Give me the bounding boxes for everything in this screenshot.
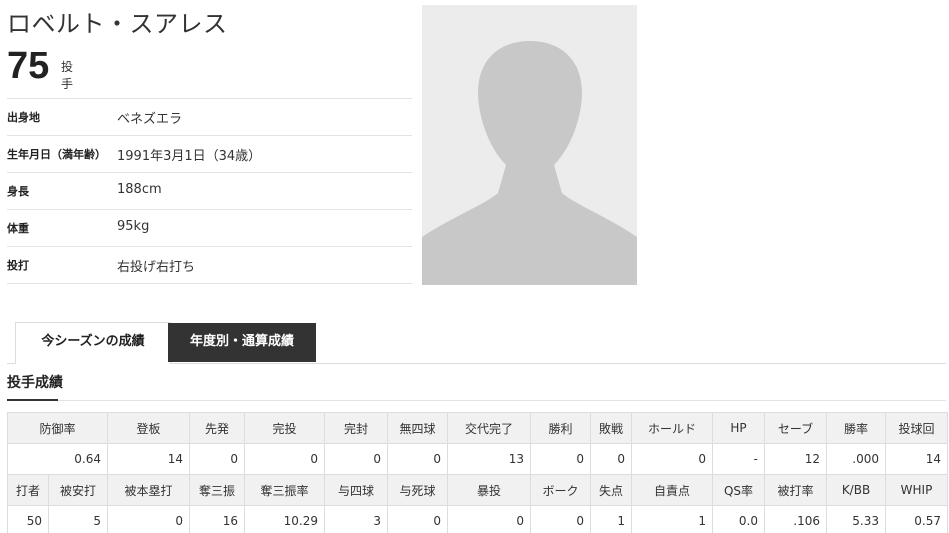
profile-row-throws-bats: 投打 右投げ右打ち <box>7 246 412 284</box>
profile-label: 出身地 <box>7 111 40 124</box>
person-silhouette-icon <box>422 41 637 285</box>
stat-header: 防御率 <box>6 412 109 444</box>
stat-header: 交代完了 <box>447 412 532 444</box>
tab-current-season[interactable]: 今シーズンの成績 <box>15 322 171 364</box>
player-profile-page: ロベルト・スアレス 75 投手 出身地 ベネズエラ 生年月日（満年齢） 1991… <box>0 0 949 533</box>
stat-header: HP <box>712 412 766 444</box>
stat-header: 勝率 <box>826 412 887 444</box>
stat-value: 0.64 <box>6 443 109 475</box>
stat-value: 0 <box>530 443 592 475</box>
stat-header: 与四球 <box>324 474 389 506</box>
stat-header: 被打率 <box>764 474 828 506</box>
stat-header: 打者 <box>7 474 49 506</box>
profile-row-birthdate: 生年月日（満年齢） 1991年3月1日（34歳） <box>7 135 412 172</box>
stat-value: 0 <box>590 443 633 475</box>
stat-value: 16 <box>189 505 246 533</box>
player-position: 投手 <box>61 60 74 91</box>
stat-value: 1 <box>590 505 633 533</box>
stat-value: 0 <box>530 505 592 533</box>
profile-value: 188cm <box>117 182 162 197</box>
tab-yearly-stats[interactable]: 年度別・通算成績 <box>168 323 316 362</box>
player-number: 75 <box>7 45 50 87</box>
profile-value: ベネズエラ <box>117 112 183 127</box>
stat-value: 50 <box>7 505 49 533</box>
stat-header: 奪三振 <box>189 474 246 506</box>
stat-value: 0 <box>387 505 449 533</box>
stat-value: 0.0 <box>712 505 766 533</box>
profile-row-weight: 体重 95kg <box>7 209 412 246</box>
stat-value: 12 <box>764 443 828 475</box>
stats-header-row-1: 防御率 登板 先発 完投 完封 無四球 交代完了 勝利 敗戦 ホールド HP セ… <box>6 412 949 444</box>
profile-label: 身長 <box>7 185 29 198</box>
profile-value: 95kg <box>117 219 150 234</box>
stats-header-row-2: 打者 被安打 被本塁打 奪三振 奪三振率 与四球 与死球 暴投 ボーク 失点 自… <box>7 474 949 506</box>
stat-header: ホールド <box>631 412 714 444</box>
stat-header: 先発 <box>189 412 246 444</box>
player-photo <box>422 5 637 285</box>
stat-header: 被安打 <box>47 474 109 506</box>
stat-header: 与死球 <box>387 474 449 506</box>
profile-value: 1991年3月1日（34歳） <box>117 149 262 164</box>
stat-value: 1 <box>631 505 714 533</box>
stat-header: 投球回 <box>885 412 949 444</box>
profile-row-birthplace: 出身地 ベネズエラ <box>7 98 412 135</box>
section-divider <box>7 400 946 401</box>
profile-value: 右投げ右打ち <box>117 260 196 275</box>
profile-table: 出身地 ベネズエラ 生年月日（満年齢） 1991年3月1日（34歳） 身長 18… <box>7 98 412 284</box>
stat-header: 無四球 <box>387 412 449 444</box>
stat-value: - <box>712 443 766 475</box>
stat-value: 14 <box>107 443 191 475</box>
stat-header: 登板 <box>107 412 191 444</box>
stat-value: 0 <box>631 443 714 475</box>
stat-header: QS率 <box>712 474 766 506</box>
profile-label: 投打 <box>7 259 29 272</box>
stat-value: 0.57 <box>885 505 949 533</box>
player-name: ロベルト・スアレス <box>7 10 228 38</box>
pitching-stats-table: 防御率 登板 先発 完投 完封 無四球 交代完了 勝利 敗戦 ホールド HP セ… <box>6 412 949 533</box>
stat-header: 奪三振率 <box>244 474 326 506</box>
stat-header: 勝利 <box>530 412 592 444</box>
profile-row-height: 身長 188cm <box>7 172 412 209</box>
stat-value: .000 <box>826 443 887 475</box>
stat-value: 3 <box>324 505 389 533</box>
stat-header: 完封 <box>324 412 389 444</box>
stat-value: 0 <box>189 443 246 475</box>
stat-header: ボーク <box>530 474 592 506</box>
stat-value: 0 <box>244 443 326 475</box>
stat-value: 0 <box>447 505 532 533</box>
stat-header: 被本塁打 <box>107 474 191 506</box>
stat-value: 0 <box>387 443 449 475</box>
stat-header: 失点 <box>590 474 633 506</box>
stat-header: WHIP <box>885 474 949 506</box>
stat-value: 10.29 <box>244 505 326 533</box>
stat-header: 自責点 <box>631 474 714 506</box>
stat-value: 0 <box>324 443 389 475</box>
stat-header: セーブ <box>764 412 828 444</box>
stat-value: 0 <box>107 505 191 533</box>
section-title-underline <box>7 399 58 401</box>
profile-label: 生年月日（満年齢） <box>7 148 106 161</box>
stat-header: 敗戦 <box>590 412 633 444</box>
stat-header: 暴投 <box>447 474 532 506</box>
section-title: 投手成績 <box>7 375 63 391</box>
stat-value: 14 <box>885 443 949 475</box>
stat-value: 5 <box>47 505 109 533</box>
stat-value: .106 <box>764 505 828 533</box>
stat-header: 完投 <box>244 412 326 444</box>
stats-tabs: 今シーズンの成績 年度別・通算成績 <box>7 322 946 364</box>
stat-value: 5.33 <box>826 505 887 533</box>
stat-value: 13 <box>447 443 532 475</box>
stat-header: K/BB <box>826 474 887 506</box>
stats-value-row-1: 0.64 14 0 0 0 0 13 0 0 0 - 12 .000 14 <box>6 443 949 475</box>
stats-value-row-2: 50 5 0 16 10.29 3 0 0 0 1 1 0.0 .106 5.3… <box>7 505 949 533</box>
profile-label: 体重 <box>7 222 29 235</box>
